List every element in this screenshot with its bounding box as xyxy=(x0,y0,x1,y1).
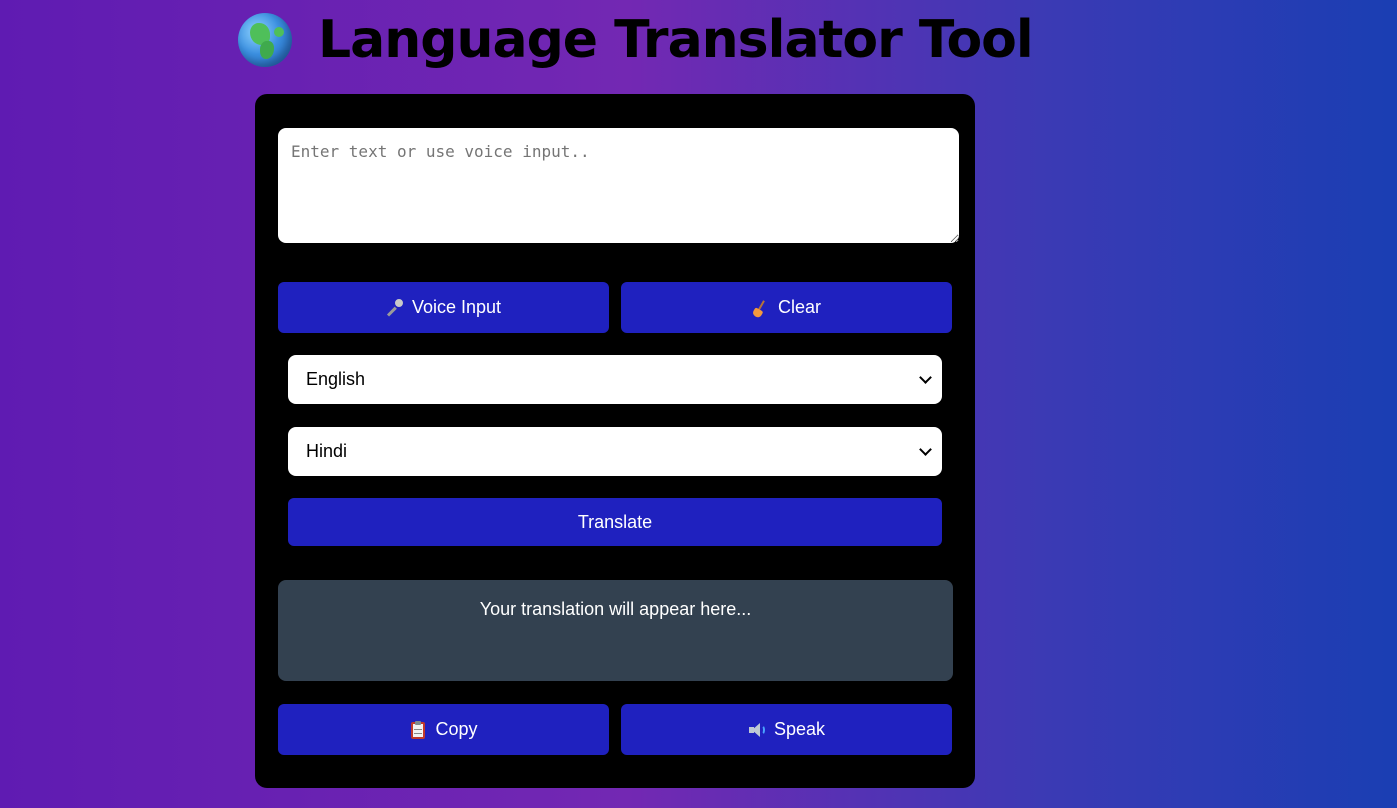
translate-button[interactable]: Translate xyxy=(288,498,942,546)
source-text-input[interactable] xyxy=(278,128,959,243)
source-language-value: English xyxy=(306,369,366,389)
speak-button[interactable]: Speak xyxy=(621,704,952,755)
clear-label: Clear xyxy=(777,297,821,317)
translation-output-text: Your translation will appear here... xyxy=(479,599,752,619)
source-language-select[interactable]: English xyxy=(288,355,942,404)
header: Language Translator Tool xyxy=(238,8,1034,72)
globe-icon xyxy=(238,13,292,67)
translation-output: Your translation will appear here... xyxy=(278,580,953,681)
copy-button[interactable]: Copy xyxy=(278,704,609,755)
microphone-icon xyxy=(386,296,405,317)
chevron-down-icon xyxy=(919,443,932,456)
chevron-down-icon xyxy=(919,371,932,384)
voice-input-button[interactable]: Voice Input xyxy=(278,282,609,333)
speaker-icon xyxy=(748,721,766,739)
clear-button[interactable]: Clear xyxy=(621,282,952,333)
voice-input-label: Voice Input xyxy=(411,297,502,317)
clipboard-icon xyxy=(409,720,427,739)
copy-label: Copy xyxy=(435,719,478,739)
broom-icon xyxy=(751,299,770,319)
target-language-value: Hindi xyxy=(306,441,348,461)
page-title: Language Translator Tool xyxy=(318,10,1034,70)
translator-card: Voice Input Clear English Hindi Translat… xyxy=(255,94,975,788)
target-language-select[interactable]: Hindi xyxy=(288,427,942,476)
translate-label: Translate xyxy=(577,511,653,532)
speak-label: Speak xyxy=(773,719,826,739)
